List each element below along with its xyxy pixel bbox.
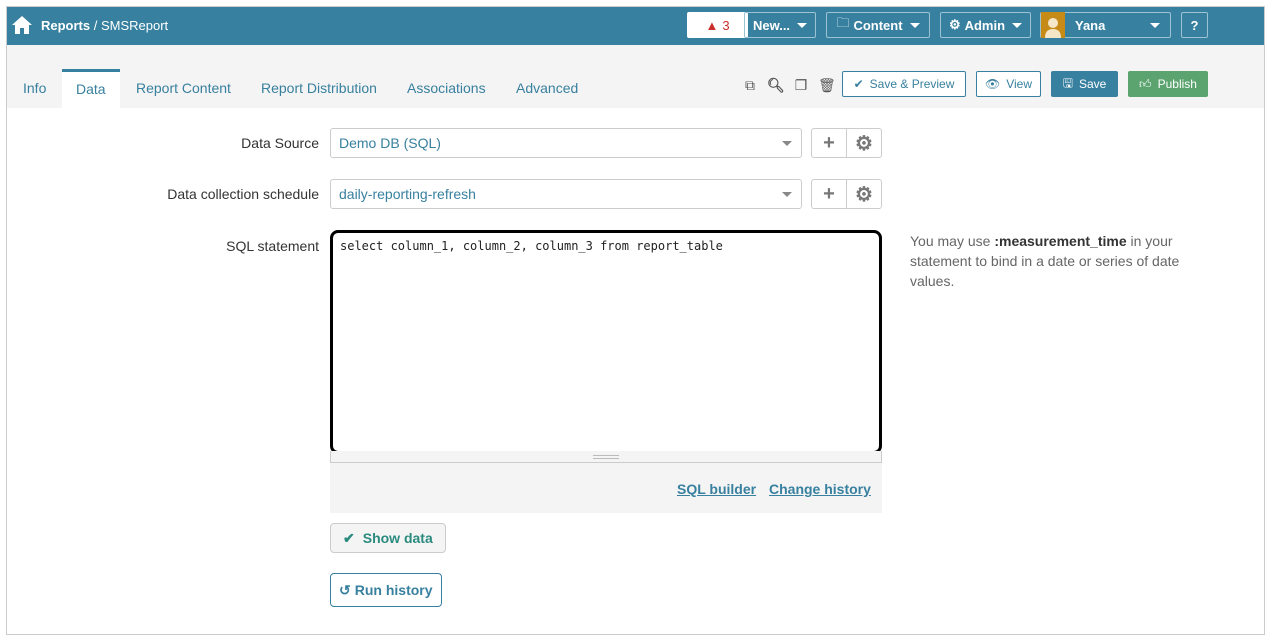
data-source-select[interactable]: Demo DB (SQL) <box>330 128 802 158</box>
help-icon: ? <box>1190 17 1199 33</box>
tab-associations[interactable]: Associations <box>393 69 500 108</box>
caret-down-icon <box>797 22 808 28</box>
data-source-value: Demo DB (SQL) <box>339 135 441 151</box>
help-text-param: :measurement_time <box>994 233 1127 249</box>
save-button[interactable]: 🖫 Save <box>1051 71 1118 97</box>
trash-icon[interactable]: 🗑︎ <box>818 77 836 93</box>
add-schedule-button[interactable]: + <box>812 180 846 208</box>
show-data-label: Show data <box>362 530 433 546</box>
folder-icon: 🗀 <box>836 15 850 30</box>
publish-label: Publish <box>1157 77 1197 91</box>
breadcrumb-reports[interactable]: Reports <box>41 18 90 33</box>
history-icon: ↺ <box>339 581 351 598</box>
caret-down-icon <box>782 141 792 146</box>
user-name: Yana <box>1075 17 1106 33</box>
content-label: Content <box>853 17 903 33</box>
new-menu-button[interactable]: New... <box>744 12 816 38</box>
tab-info[interactable]: Info <box>9 69 60 108</box>
search-icon[interactable]: 🔍︎ <box>767 77 785 93</box>
tab-bar: Info Data Report Content Report Distribu… <box>7 45 1264 108</box>
app-window: Reports / SMSReport ▲ 3 New... 🗀 Content ⚙… <box>6 6 1265 635</box>
schedule-value: daily-reporting-refresh <box>339 186 476 202</box>
schedule-select[interactable]: daily-reporting-refresh <box>330 179 802 209</box>
schedule-label: Data collection schedule <box>167 186 319 202</box>
warning-icon: ▲ <box>705 17 719 33</box>
sql-links-bar: SQL builder Change history <box>330 463 882 513</box>
run-history-button[interactable]: ↺ Run history <box>330 573 442 607</box>
run-history-label: Run history <box>354 582 433 598</box>
help-button[interactable]: ? <box>1181 12 1208 38</box>
admin-label: Admin <box>964 17 1006 33</box>
check-icon: ✔ <box>853 77 864 91</box>
tab-advanced[interactable]: Advanced <box>502 69 592 108</box>
eye-icon: 👁︎ <box>984 77 1001 91</box>
breadcrumb: Reports / SMSReport <box>41 18 168 33</box>
gear-icon: ⚙ <box>948 17 961 32</box>
sql-builder-link[interactable]: SQL builder <box>677 481 756 497</box>
admin-menu-button[interactable]: ⚙ Admin <box>940 12 1031 38</box>
add-data-source-button[interactable]: + <box>812 129 846 157</box>
tab-data[interactable]: Data <box>62 69 120 108</box>
save-preview-label: Save & Preview <box>869 77 955 91</box>
help-text-pre: You may use <box>910 233 995 249</box>
caret-down-icon <box>1012 22 1023 28</box>
sitemap-icon[interactable]: ⧉ <box>742 77 758 93</box>
top-navbar: Reports / SMSReport ▲ 3 New... 🗀 Content ⚙… <box>7 7 1264 45</box>
save-preview-button[interactable]: ✔ Save & Preview <box>842 71 966 97</box>
data-source-actions: + ⚙ <box>811 128 882 158</box>
schedule-actions: + ⚙ <box>811 179 882 209</box>
breadcrumb-current: SMSReport <box>100 18 169 33</box>
schedule-settings-button[interactable]: ⚙ <box>846 180 881 208</box>
content-menu-button[interactable]: 🗀 Content <box>826 12 930 38</box>
alerts-button[interactable]: ▲ 3 <box>687 12 748 38</box>
data-source-settings-button[interactable]: ⚙ <box>846 129 881 157</box>
alert-count: 3 <box>722 17 730 33</box>
avatar <box>1041 12 1065 38</box>
floppy-icon: 🖫 <box>1062 75 1073 90</box>
view-label: View <box>1006 77 1033 91</box>
user-menu-button[interactable]: Yana <box>1040 12 1171 38</box>
tab-report-distribution[interactable]: Report Distribution <box>247 69 391 108</box>
home-icon[interactable] <box>11 15 33 35</box>
change-history-link[interactable]: Change history <box>769 481 871 497</box>
caret-down-icon <box>782 192 792 197</box>
sql-label: SQL statement <box>226 238 319 254</box>
caret-down-icon <box>909 22 920 28</box>
publish-button[interactable]: 👍︎ Publish <box>1128 71 1208 97</box>
view-button[interactable]: 👁︎ View <box>976 71 1041 97</box>
show-data-button[interactable]: ✔ Show data <box>330 523 446 553</box>
resize-handle[interactable] <box>330 451 882 463</box>
caret-down-icon <box>1150 23 1160 28</box>
thumbs-up-icon: 👍︎ <box>1139 76 1152 91</box>
sql-help-text: You may use :measurement_time in your st… <box>910 231 1200 291</box>
check-icon: ✔ <box>343 529 355 546</box>
data-source-label: Data Source <box>241 135 319 151</box>
copy-icon[interactable]: ❐ <box>793 77 809 93</box>
breadcrumb-separator: / <box>90 18 101 33</box>
save-label: Save <box>1078 77 1107 91</box>
sql-editor[interactable]: select column_1, column_2, column_3 from… <box>330 230 882 454</box>
new-label: New... <box>752 17 791 33</box>
tab-report-content[interactable]: Report Content <box>122 69 245 108</box>
